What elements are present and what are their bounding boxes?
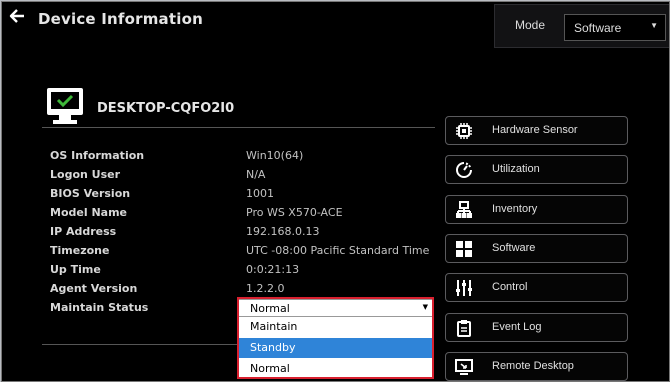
info-label: Model Name [50,206,127,219]
monitor-check-icon [47,88,83,124]
button-label: Event Log [492,321,542,333]
info-label: Up Time [50,263,101,276]
info-value: 192.168.0.13 [246,225,320,238]
info-label: Agent Version [50,282,138,295]
button-label: Utilization [492,163,540,175]
button-label: Remote Desktop [492,360,574,372]
info-label: OS Information [50,149,145,162]
info-label: Timezone [50,244,110,257]
sliders-icon [456,280,472,296]
chevron-down-icon: ▼ [422,303,428,311]
button-label: Inventory [492,203,538,215]
mode-label: Mode [515,18,546,32]
chevron-down-icon: ▼ [650,21,658,30]
remote-desktop-icon [455,359,473,375]
option-normal[interactable]: Normal [239,359,432,379]
grid-icon [456,241,472,257]
mode-select[interactable]: Software ▼ [564,14,666,41]
info-label: Logon User [50,168,121,181]
device-name: DESKTOP-CQFO2I0 [97,101,235,116]
button-label: Control [492,281,528,293]
option-standby[interactable]: Standby [239,338,432,358]
option-maintain[interactable]: Maintain [239,317,432,337]
maintain-status-label: Maintain Status [50,301,149,314]
divider [42,344,237,345]
chip-icon [456,123,472,139]
mode-select-value: Software [574,21,622,35]
info-label: IP Address [50,225,117,238]
device-information-panel: Device Information Mode Software ▼ DESKT… [1,1,670,382]
mode-selector-box: Mode Software ▼ [494,4,669,48]
back-arrow-icon[interactable] [9,8,27,28]
info-value: 1001 [246,187,274,200]
button-label: Software [492,242,536,254]
info-value: Win10(64) [246,149,304,162]
info-value: 1.2.2.0 [246,282,285,295]
info-value: N/A [246,168,266,181]
divider [42,127,435,128]
info-value: 0:0:21:13 [246,263,300,276]
info-value: Pro WS X570-ACE [246,206,343,219]
maintain-status-value: Normal [250,302,290,315]
button-label: Hardware Sensor [492,124,578,136]
maintain-status-select[interactable]: Normal ▼ [238,299,433,317]
software-button[interactable]: Software [445,234,628,263]
gauge-icon [456,162,472,178]
remote-desktop-button[interactable]: Remote Desktop [445,352,628,381]
event-log-button[interactable]: Event Log [445,313,628,342]
hardware-sensor-button[interactable]: Hardware Sensor [445,116,628,145]
maintain-status-options: Maintain Standby Normal [238,316,433,379]
info-label: BIOS Version [50,187,131,200]
inventory-button[interactable]: Inventory [445,195,628,224]
page-title: Device Information [38,10,203,28]
info-value: UTC -08:00 Pacific Standard Time [246,244,430,257]
inventory-icon [456,201,472,218]
clipboard-icon [457,320,471,337]
control-button[interactable]: Control [445,273,628,302]
utilization-button[interactable]: Utilization [445,155,628,184]
